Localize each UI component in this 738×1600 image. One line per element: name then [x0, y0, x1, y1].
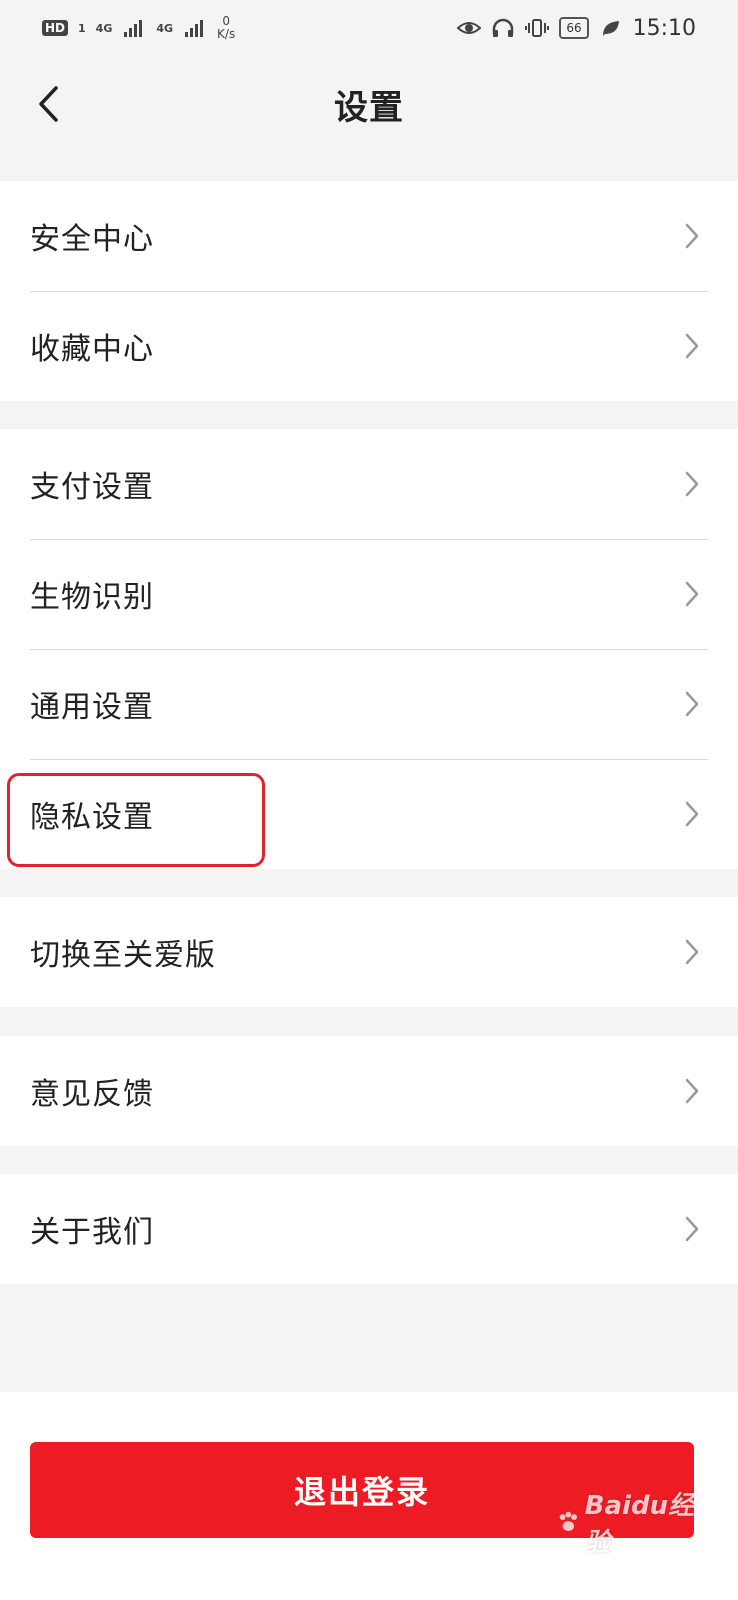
- chevron-right-icon: [685, 333, 699, 359]
- status-left: HD 1 4G 4G 0 K/s: [42, 15, 235, 41]
- back-button[interactable]: [28, 80, 68, 128]
- hd-badge: HD: [42, 20, 69, 36]
- settings-item-label: 收藏中心: [30, 332, 154, 367]
- chevron-right-icon: [685, 1078, 699, 1104]
- status-right: 66 15:10: [457, 16, 696, 41]
- chevron-right-icon: [685, 471, 699, 497]
- settings-item-label: 支付设置: [30, 470, 154, 505]
- settings-item-feedback[interactable]: 意见反馈: [0, 1036, 738, 1146]
- chevron-right-icon: [685, 581, 699, 607]
- chevron-right-icon: [685, 939, 699, 965]
- chevron-right-icon: [685, 1216, 699, 1242]
- settings-item-label: 切换至关爱版: [30, 938, 216, 973]
- settings-item-general-settings[interactable]: 通用设置: [0, 649, 738, 759]
- headphones-icon: [493, 18, 514, 37]
- settings-item-label: 安全中心: [30, 222, 154, 257]
- eye-icon: [457, 22, 482, 34]
- chevron-right-icon: [685, 801, 699, 827]
- leaf-icon: [602, 21, 619, 36]
- signal-icon: [185, 20, 204, 37]
- settings-item-label: 生物识别: [30, 580, 154, 615]
- settings-item-label: 通用设置: [30, 690, 154, 725]
- chevron-right-icon: [685, 691, 699, 717]
- settings-group-2: 支付设置 生物识别 通用设置 隐私设置: [0, 429, 738, 869]
- settings-item-privacy-settings[interactable]: 隐私设置: [0, 759, 738, 869]
- settings-group-3: 切换至关爱版: [0, 897, 738, 1007]
- speed-unit: K/s: [217, 27, 236, 41]
- status-bar: HD 1 4G 4G 0 K/s 66 15:10: [0, 0, 738, 56]
- settings-item-biometrics[interactable]: 生物识别: [0, 539, 738, 649]
- paw-icon: [559, 1511, 577, 1532]
- settings-item-favorites-center[interactable]: 收藏中心: [0, 291, 738, 401]
- clock: 15:10: [632, 15, 696, 41]
- settings-group-1: 安全中心 收藏中心: [0, 181, 738, 401]
- vibrate-icon: [525, 19, 550, 37]
- chevron-right-icon: [685, 223, 699, 249]
- sim-indicator: 1: [78, 21, 86, 35]
- settings-item-label: 意见反馈: [30, 1077, 154, 1112]
- header: 设置: [0, 56, 738, 152]
- settings-item-label: 关于我们: [30, 1215, 154, 1250]
- chevron-left-icon: [39, 86, 58, 122]
- page-title: 设置: [334, 87, 404, 128]
- baidu-watermark: Baidu经验 jingyan.baidu.com: [556, 1491, 696, 1560]
- signal-icon: [124, 20, 143, 37]
- settings-item-security-center[interactable]: 安全中心: [0, 181, 738, 291]
- network-type-2: 4G: [156, 21, 174, 35]
- settings-item-payment-settings[interactable]: 支付设置: [0, 429, 738, 539]
- battery-indicator: 66: [559, 17, 589, 39]
- settings-item-label: 隐私设置: [30, 800, 154, 835]
- network-type-1: 4G: [95, 21, 113, 35]
- settings-item-switch-care-mode[interactable]: 切换至关爱版: [0, 897, 738, 1007]
- settings-item-about-us[interactable]: 关于我们: [0, 1174, 738, 1284]
- network-speed: 0 K/s: [217, 15, 235, 41]
- settings-group-4: 意见反馈: [0, 1036, 738, 1146]
- settings-group-5: 关于我们: [0, 1174, 738, 1284]
- watermark-subtext: jingyan.baidu.com: [556, 1546, 667, 1560]
